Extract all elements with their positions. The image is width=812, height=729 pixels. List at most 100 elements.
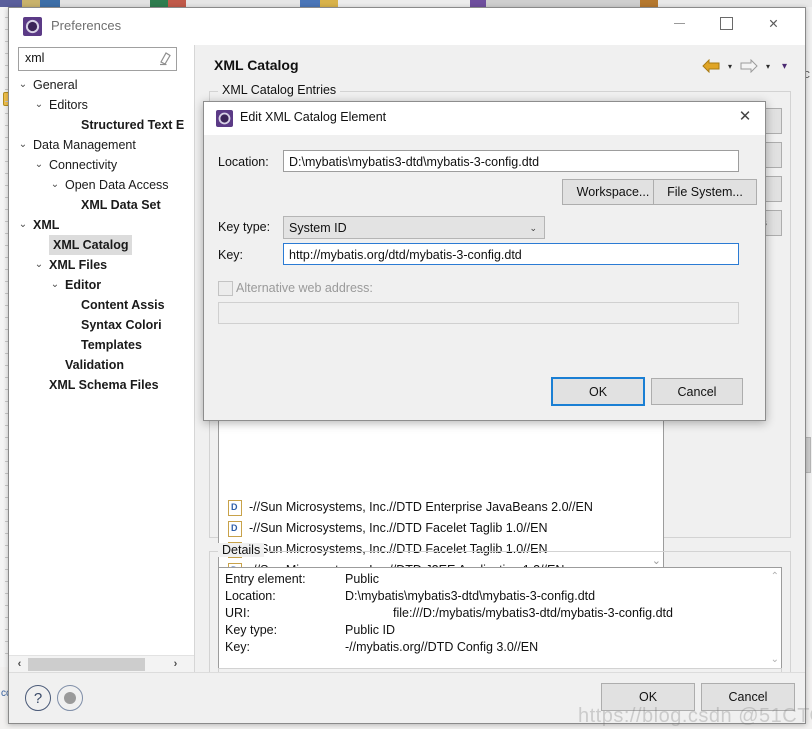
forward-dropdown-icon[interactable]: ▾ — [762, 63, 774, 71]
sidebar-item-label: Syntax Colori — [81, 318, 162, 332]
detail-value: -//mybatis.org//DTD Config 3.0//EN — [345, 640, 539, 654]
tree-scroll-left-icon[interactable]: ‹ — [11, 656, 28, 673]
question-mark-icon[interactable]: ? — [25, 685, 51, 711]
sidebar-item-label: Templates — [81, 338, 142, 352]
dialog-title: Edit XML Catalog Element — [240, 110, 387, 124]
chevron-down-icon[interactable]: ⌄ — [529, 217, 537, 239]
sidebar-item-label: Data Management — [33, 138, 136, 152]
sidebar-item-xml-catalog[interactable]: XML Catalog — [9, 235, 194, 255]
sidebar-item-label: Editor — [65, 278, 102, 292]
detail-row: URI: file:///D:/mybatis/mybatis3-dtd/myba… — [219, 605, 767, 622]
workspace-button[interactable]: Workspace... — [562, 179, 664, 205]
search-input[interactable] — [23, 50, 145, 66]
page-title: XML Catalog — [214, 57, 299, 73]
dtd-document-icon: D — [228, 521, 242, 537]
detail-row: Key type: Public ID — [219, 622, 767, 639]
minimize-button[interactable] — [657, 8, 702, 39]
alternative-web-address-checkbox[interactable] — [218, 281, 233, 296]
ide-toolbar-strip — [0, 0, 812, 7]
sidebar-item-syntax-colori[interactable]: Syntax Colori — [9, 315, 194, 335]
key-type-select[interactable]: System ID ⌄ — [283, 216, 545, 239]
eraser-icon[interactable] — [158, 51, 172, 66]
chevron-down-icon[interactable]: ⌄ — [17, 135, 29, 155]
apply-dot-icon[interactable] — [57, 685, 83, 711]
dialog-cancel-button[interactable]: Cancel — [651, 378, 743, 405]
detail-row: Key: -//mybatis.org//DTD Config 3.0//EN — [219, 639, 767, 656]
sidebar-item-label: Open Data Access — [65, 178, 169, 192]
close-button[interactable]: ✕ — [751, 8, 796, 39]
dialog-close-icon[interactable]: ✕ — [725, 102, 765, 130]
sidebar-item-connectivity[interactable]: ⌄ Connectivity — [9, 155, 194, 175]
chevron-down-icon[interactable]: ⌄ — [33, 255, 45, 275]
sidebar-item-content-assis[interactable]: Content Assis — [9, 295, 194, 315]
chevron-down-icon[interactable]: ⌄ — [49, 175, 61, 195]
sidebar-item-label: General — [33, 78, 78, 92]
list-item-label: -//Sun Microsystems, Inc.//DTD Facelet T… — [249, 521, 548, 535]
window-title: Preferences — [51, 18, 122, 33]
tree-horizontal-scrollbar[interactable]: ‹ › — [9, 655, 194, 673]
page-menu-dropdown-icon[interactable]: ▾ — [778, 62, 791, 72]
sidebar-item-xml[interactable]: ⌄ XML — [9, 215, 194, 235]
sidebar-item-xml-data-set[interactable]: XML Data Set — [9, 195, 194, 215]
list-item[interactable]: D -//Sun Microsystems, Inc.//DTD Facelet … — [219, 518, 663, 539]
back-dropdown-icon[interactable]: ▾ — [724, 63, 736, 71]
filter-search-box[interactable] — [18, 47, 177, 71]
sidebar-item-xml-files[interactable]: ⌄ XML Files — [9, 255, 194, 275]
details-scroll-down-icon[interactable]: ⌄ — [771, 654, 779, 665]
key-type-label: Key type: — [218, 220, 271, 234]
sidebar-item-data-management[interactable]: ⌄ Data Management — [9, 135, 194, 155]
sidebar-item-label: XML — [33, 218, 60, 232]
alternative-web-address-label: Alternative web address: — [236, 281, 373, 295]
detail-row: Entry element: Public — [219, 571, 767, 588]
chevron-down-icon[interactable]: ⌄ — [17, 75, 29, 95]
tree-scroll-right-icon[interactable]: › — [167, 656, 184, 673]
detail-value: D:\mybatis\mybatis3-dtd\mybatis-3-config… — [345, 589, 596, 603]
forward-arrow-icon[interactable] — [740, 58, 758, 76]
detail-row: Location: D:\mybatis\mybatis3-dtd\mybatis… — [219, 588, 767, 605]
key-type-value: System ID — [289, 221, 347, 235]
sidebar-item-label: Validation — [65, 358, 125, 372]
location-label: Location: — [218, 155, 269, 169]
sidebar-item-structured-text-e[interactable]: Structured Text E — [9, 115, 194, 135]
details-scroll-up-icon[interactable]: ⌃ — [771, 571, 779, 582]
key-input[interactable]: http://mybatis.org/dtd/mybatis-3-config.… — [283, 243, 739, 265]
preferences-tree-pane: ⌄ General ⌄ Editors Structured Text E ⌄ Data M… — [9, 45, 195, 673]
cancel-button[interactable]: Cancel — [701, 683, 795, 711]
chevron-down-icon[interactable]: ⌄ — [33, 155, 45, 175]
list-item-label: -//Sun Microsystems, Inc.//DTD Enterpris… — [249, 500, 593, 514]
sidebar-item-label: XML Catalog — [49, 235, 133, 255]
chevron-down-icon[interactable]: ⌄ — [17, 215, 29, 235]
eclipse-icon — [23, 17, 42, 36]
list-item[interactable]: D -//Sun Microsystems, Inc.//DTD Enterpri… — [219, 497, 663, 518]
entries-group-legend: XML Catalog Entries — [218, 83, 341, 97]
detail-key: URI: — [225, 606, 250, 620]
eclipse-icon — [216, 110, 233, 127]
window-titlebar: Preferences ✕ — [9, 8, 805, 45]
sidebar-item-general[interactable]: ⌄ General — [9, 75, 194, 95]
file-system-button[interactable]: File System... — [653, 179, 757, 205]
sidebar-item-label: Structured Text E — [81, 118, 185, 132]
sidebar-item-validation[interactable]: Validation — [9, 355, 194, 375]
details-group: Details Entry element: Public Location: D:\… — [209, 543, 791, 688]
dialog-ok-button[interactable]: OK — [551, 377, 645, 406]
chevron-down-icon[interactable]: ⌄ — [49, 275, 61, 295]
window-bottom-bar: ? OK Cancel — [9, 672, 805, 723]
back-arrow-icon[interactable] — [702, 58, 720, 76]
detail-value: Public — [345, 572, 380, 586]
tree-scroll-thumb[interactable] — [28, 658, 145, 671]
sidebar-item-xml-schema-files[interactable]: XML Schema Files — [9, 375, 194, 395]
details-box: Entry element: Public Location: D:\mybatis\… — [218, 567, 782, 669]
ok-button[interactable]: OK — [601, 683, 695, 711]
maximize-button[interactable] — [704, 8, 749, 39]
details-vertical-scrollbar[interactable]: ⌃ ⌄ — [767, 568, 781, 668]
sidebar-item-templates[interactable]: Templates — [9, 335, 194, 355]
sidebar-item-open-data-access[interactable]: ⌄ Open Data Access — [9, 175, 194, 195]
location-input[interactable]: D:\mybatis\mybatis3-dtd\mybatis-3-config… — [283, 150, 739, 172]
chevron-down-icon[interactable]: ⌄ — [33, 95, 45, 115]
sidebar-item-editors[interactable]: ⌄ Editors — [9, 95, 194, 115]
preferences-tree[interactable]: ⌄ General ⌄ Editors Structured Text E ⌄ Data M… — [9, 75, 194, 655]
sidebar-item-label: XML Schema Files — [49, 378, 159, 392]
sidebar-item-label: Content Assis — [81, 298, 165, 312]
key-label: Key: — [218, 248, 244, 262]
sidebar-item-editor[interactable]: ⌄ Editor — [9, 275, 194, 295]
